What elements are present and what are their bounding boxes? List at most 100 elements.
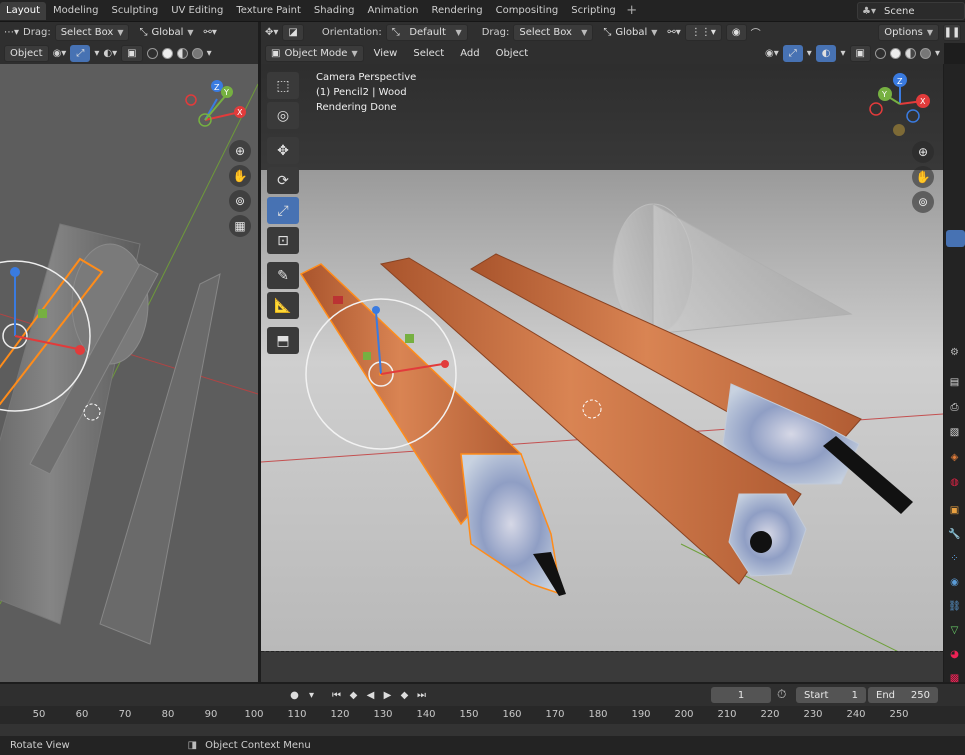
left-header-menu-icon[interactable]: ⋯▾ <box>4 27 19 38</box>
play-icon[interactable]: ▶ <box>380 688 395 703</box>
camera-view-icon[interactable]: ⊚ <box>229 190 251 212</box>
left-transform-select[interactable]: ⤡ Global ▼ <box>133 24 199 41</box>
tool-props-icon[interactable]: ⚙ <box>946 344 963 361</box>
left-viewport[interactable]: Z Y X ⊕ ✋ ⊚ ▦ <box>0 64 258 682</box>
start-frame-field[interactable]: Start 1 <box>796 687 866 703</box>
object-props-icon[interactable]: ▣ <box>946 502 963 519</box>
end-frame-field[interactable]: End 250 <box>868 687 938 703</box>
wireframe-shading-icon[interactable] <box>874 48 886 59</box>
menu-select[interactable]: Select <box>407 45 450 62</box>
link-icon[interactable]: ⚯▾ <box>204 27 217 38</box>
pan-hand-icon[interactable]: ✋ <box>229 165 251 187</box>
xray-toggle-icon[interactable]: ▣ <box>849 45 871 62</box>
gizmo-dropdown-icon[interactable]: ▾ <box>807 48 812 59</box>
main-drag-select[interactable]: Select Box ▼ <box>513 24 594 41</box>
menu-add[interactable]: Add <box>454 45 485 62</box>
physics-props-icon[interactable]: ◉ <box>946 574 963 591</box>
overlay-toggle-icon[interactable]: ◐ <box>815 45 837 62</box>
material-shading-icon[interactable] <box>904 48 916 59</box>
ortho-grid-icon[interactable]: ▦ <box>229 215 251 237</box>
select-cursor-icon[interactable]: ⬚ <box>267 72 299 99</box>
render-props-icon[interactable]: ▤ <box>946 374 963 391</box>
constraints-props-icon[interactable]: ⛓ <box>946 598 963 615</box>
left-object-mode-select[interactable]: Object <box>4 45 49 62</box>
falloff-curve-icon[interactable]: ⌒ <box>751 25 761 40</box>
workspace-tab-texture-paint[interactable]: Texture Paint <box>230 2 307 20</box>
keyframe-dot-icon[interactable]: ● <box>287 688 302 703</box>
pause-icon[interactable]: ❚❚ <box>943 24 961 41</box>
annotate-icon[interactable]: ✎ <box>267 262 299 289</box>
material-shading-icon[interactable] <box>176 48 188 59</box>
zoom-icon[interactable]: ⊕ <box>912 141 934 163</box>
shading-dropdown-icon[interactable]: ▾ <box>935 48 940 59</box>
workspace-tab-compositing[interactable]: Compositing <box>490 2 565 20</box>
add-cube-icon[interactable]: ⬒ <box>267 327 299 354</box>
workspace-tab-shading[interactable]: Shading <box>308 2 361 20</box>
solid-shading-icon[interactable] <box>889 48 901 59</box>
prev-keyframe-icon[interactable]: ◆ <box>346 688 361 703</box>
snap-toggle-icon[interactable]: ⋮⋮▾ <box>684 24 722 41</box>
measure-icon[interactable]: 📐 <box>267 292 299 319</box>
modifier-props-icon[interactable]: 🔧 <box>946 526 963 543</box>
scene-selector[interactable]: ♣▾ Scene <box>857 2 965 20</box>
left-drag-select[interactable]: Select Box ▼ <box>54 24 130 41</box>
rotate-icon[interactable]: ⟳ <box>267 167 299 194</box>
shading-dropdown-icon[interactable]: ▾ <box>207 48 212 59</box>
visibility-icon[interactable]: ◉▾ <box>765 48 779 59</box>
gizmo-dropdown-icon[interactable]: ▾ <box>94 48 99 59</box>
zoom-icon[interactable]: ⊕ <box>229 140 251 162</box>
play-reverse-icon[interactable]: ◀ <box>363 688 378 703</box>
workspace-tab-layout[interactable]: Layout <box>0 1 46 20</box>
transform-icon[interactable]: ⊡ <box>267 227 299 254</box>
particles-props-icon[interactable]: ⁘ <box>946 550 963 567</box>
timeline-body[interactable] <box>0 724 965 736</box>
data-props-icon[interactable]: ▽ <box>946 622 963 639</box>
workspace-tab-sculpting[interactable]: Sculpting <box>106 2 165 20</box>
solid-shading-icon[interactable] <box>161 48 173 59</box>
workspace-tab-animation[interactable]: Animation <box>362 2 425 20</box>
pan-hand-icon[interactable]: ✋ <box>912 166 934 188</box>
overlay-dropdown-icon[interactable]: ▾ <box>840 48 845 59</box>
overlay-icon[interactable]: ◐▾ <box>103 48 117 59</box>
view-layer-props-icon[interactable]: ▧ <box>946 424 963 441</box>
visibility-icon[interactable]: ◉▾ <box>53 48 67 59</box>
keyframe-dropdown-icon[interactable]: ▾ <box>304 688 319 703</box>
gizmo-toggle-icon[interactable]: ⤢ <box>70 45 91 62</box>
rendered-shading-icon[interactable] <box>919 48 931 59</box>
menu-object[interactable]: Object <box>490 45 535 62</box>
timeline-ruler[interactable]: 50 60 70 80 90 100 110 120 130 140 150 160 170 180 190… <box>0 706 965 724</box>
current-frame-field[interactable]: 1 <box>711 687 771 703</box>
rendered-shading-icon[interactable] <box>191 48 203 59</box>
options-button[interactable]: Options ▼ <box>878 24 939 41</box>
wireframe-shading-icon[interactable] <box>146 48 158 59</box>
workspace-tab-rendering[interactable]: Rendering <box>426 2 489 20</box>
workspace-tab-modeling[interactable]: Modeling <box>47 2 105 20</box>
move-icon[interactable]: ✥ <box>267 137 299 164</box>
menu-view[interactable]: View <box>368 45 404 62</box>
camera-view-icon[interactable]: ⊚ <box>912 191 934 213</box>
jump-start-icon[interactable]: ⏮ <box>329 688 344 703</box>
object-mode-select[interactable]: ▣ Object Mode ▼ <box>265 45 364 62</box>
proportional-edit-icon[interactable]: ◉ <box>725 24 747 41</box>
editor-type-icon[interactable]: ✥▾ <box>265 27 278 38</box>
jump-end-icon[interactable]: ⏭ <box>414 688 429 703</box>
output-props-icon[interactable]: ⎙ <box>946 399 963 416</box>
material-props-icon[interactable]: ◕ <box>946 646 963 663</box>
main-viewport[interactable]: Z X Y Camera Perspective (1) Pencil2 | W… <box>261 64 943 682</box>
next-keyframe-icon[interactable]: ◆ <box>397 688 412 703</box>
add-workspace-button[interactable]: + <box>623 3 641 18</box>
tool-settings-icon[interactable]: ◪ <box>282 24 304 41</box>
workspace-tab-scripting[interactable]: Scripting <box>565 2 621 20</box>
world-props-icon[interactable]: ◍ <box>946 474 963 491</box>
workspace-tab-uv-editing[interactable]: UV Editing <box>165 2 229 20</box>
main-transform-select[interactable]: ⤡ Global ▼ <box>597 24 663 41</box>
3d-cursor-icon[interactable]: ◎ <box>267 102 299 129</box>
stopwatch-icon[interactable]: ⏱ <box>777 687 786 702</box>
viewport-info-line2: (1) Pencil2 | Wood <box>316 87 407 98</box>
orientation-select[interactable]: ⤡ Default ▼ <box>385 24 468 41</box>
gizmo-toggle-icon[interactable]: ⤢ <box>782 45 803 62</box>
scale-icon[interactable]: ⤢ <box>267 197 299 224</box>
scene-props-icon[interactable]: ◈ <box>946 449 963 466</box>
pivot-point-icon[interactable]: ⚯▾ <box>667 27 680 38</box>
xray-toggle-icon[interactable]: ▣ <box>121 45 143 62</box>
